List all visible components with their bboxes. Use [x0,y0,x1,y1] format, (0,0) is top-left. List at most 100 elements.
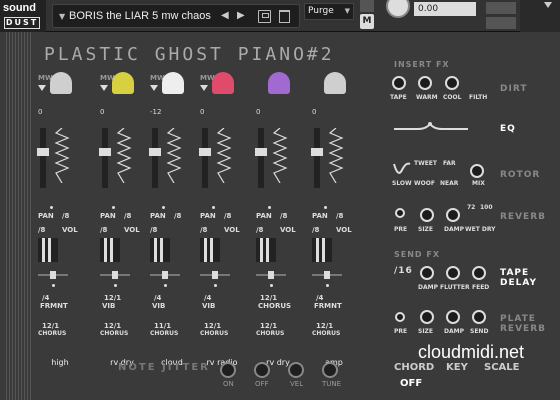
tune-value[interactable]: 0 [38,108,78,116]
mod-dot[interactable] [114,284,117,287]
tape-delay-line1[interactable]: TAPE [500,268,529,278]
frmnt-value[interactable]: /4 [316,294,323,302]
tune-value[interactable]: 0 [256,108,296,116]
pan-value[interactable]: /8 [280,212,287,220]
lfo-wave[interactable] [270,128,290,183]
pan-dot[interactable] [212,206,215,209]
mod-slider[interactable] [38,271,68,279]
mod-dot[interactable] [214,284,217,287]
flutter-knob[interactable] [446,266,460,280]
volume-fader[interactable] [311,128,323,188]
mod-slider[interactable] [200,271,230,279]
jitter-tune-knob[interactable] [322,362,338,378]
purge-dropdown[interactable]: Purge ▼ [304,3,354,20]
frmnt-value[interactable]: 12/1 [104,294,121,302]
chorus-value[interactable]: 12/1 [204,322,221,330]
send-time-value[interactable]: /16 [394,266,413,276]
plate-pre-knob[interactable] [395,312,405,322]
vol-value[interactable]: /8 [38,226,45,234]
pan-value[interactable]: /8 [174,212,181,220]
prev-preset-icon[interactable]: ◀ [221,10,229,21]
chevron-down-icon[interactable] [150,85,158,91]
chevron-down-icon[interactable]: ▼ [59,12,65,21]
tune-value[interactable]: -12 [150,108,190,116]
envelope-block[interactable] [256,238,276,262]
chorus-value[interactable]: 12/1 [316,322,333,330]
ghost-icon[interactable] [268,72,290,94]
fader-cap[interactable] [199,148,211,156]
pan-dot[interactable] [112,206,115,209]
pan-dot[interactable] [162,206,165,209]
chorus-value[interactable]: 11/1 [154,322,171,330]
mod-slider[interactable] [150,271,180,279]
tune-value[interactable]: 0 [200,108,240,116]
chord-value[interactable]: OFF [400,378,422,389]
lfo-wave[interactable] [214,128,234,183]
frmnt-value[interactable]: /4 [154,294,161,302]
chorus-value[interactable]: 12/1 [42,322,59,330]
plate-send-knob[interactable] [472,310,486,324]
fader-cap[interactable] [149,148,161,156]
jitter-on-knob[interactable] [220,362,236,378]
plate-size-knob[interactable] [420,310,434,324]
volume-fader[interactable] [199,128,211,188]
jitter-vel-knob[interactable] [288,362,304,378]
mod-dot[interactable] [52,284,55,287]
solo-button[interactable] [360,0,374,12]
envelope-block[interactable] [150,238,170,262]
rotor-speed-shape[interactable] [392,160,412,178]
pan-value[interactable]: /8 [124,212,131,220]
feed-knob[interactable] [472,266,486,280]
ghost-icon[interactable] [50,72,72,94]
tune-knob[interactable] [386,0,410,18]
mix-knob[interactable] [470,164,484,178]
envelope-block[interactable] [312,238,332,262]
volume-fader[interactable] [99,128,111,188]
next-preset-icon[interactable]: ▶ [237,10,245,21]
pan-dot[interactable] [324,206,327,209]
preset-selector[interactable]: ▼ BORIS the LIAR 5 mw chaos ◀ ▶ [52,4,300,28]
lfo-wave[interactable] [114,128,134,183]
warm-knob[interactable] [418,76,432,90]
reverb-toggle[interactable]: REVERB [500,212,546,222]
delete-icon[interactable] [279,10,290,23]
rotor-toggle[interactable]: ROTOR [500,170,540,180]
ghost-icon[interactable] [212,72,234,94]
pan-value[interactable]: /8 [62,212,69,220]
lfo-wave[interactable] [326,128,346,183]
mute-button[interactable]: M [360,14,374,29]
fader-cap[interactable] [255,148,267,156]
chorus-value[interactable]: 12/1 [104,322,121,330]
tune-value[interactable]: 0.00 [414,2,476,16]
pan-value[interactable]: /8 [224,212,231,220]
envelope-block[interactable] [38,238,58,262]
tune-value[interactable]: 0 [100,108,140,116]
eq-curve[interactable] [392,120,472,134]
collapse-icon[interactable] [544,2,552,8]
chevron-down-icon[interactable] [100,85,108,91]
mod-dot[interactable] [270,284,273,287]
vol-value[interactable]: /8 [256,226,263,234]
scale-label[interactable]: SCALE [484,362,519,373]
pan-value[interactable]: /8 [336,212,343,220]
reverb-damp-knob[interactable] [446,208,460,222]
mod-dot[interactable] [164,284,167,287]
volume-fader[interactable] [37,128,49,188]
key-label[interactable]: KEY [446,362,468,373]
cool-knob[interactable] [445,76,459,90]
vol-value[interactable]: /8 [100,226,107,234]
mod-slider[interactable] [100,271,130,279]
ghost-icon[interactable] [112,72,134,94]
chevron-down-icon[interactable] [200,85,208,91]
frmnt-value[interactable]: /4 [42,294,49,302]
jitter-off-knob[interactable] [254,362,270,378]
fader-cap[interactable] [99,148,111,156]
fader-cap[interactable] [37,148,49,156]
eq-toggle[interactable]: EQ [500,124,516,134]
mod-slider[interactable] [312,271,342,279]
vol-value[interactable]: /8 [312,226,319,234]
plate-reverb-line1[interactable]: PLATE [500,314,536,324]
volume-fader[interactable] [149,128,161,188]
mod-slider[interactable] [256,271,286,279]
chorus-value[interactable]: 12/1 [260,322,277,330]
